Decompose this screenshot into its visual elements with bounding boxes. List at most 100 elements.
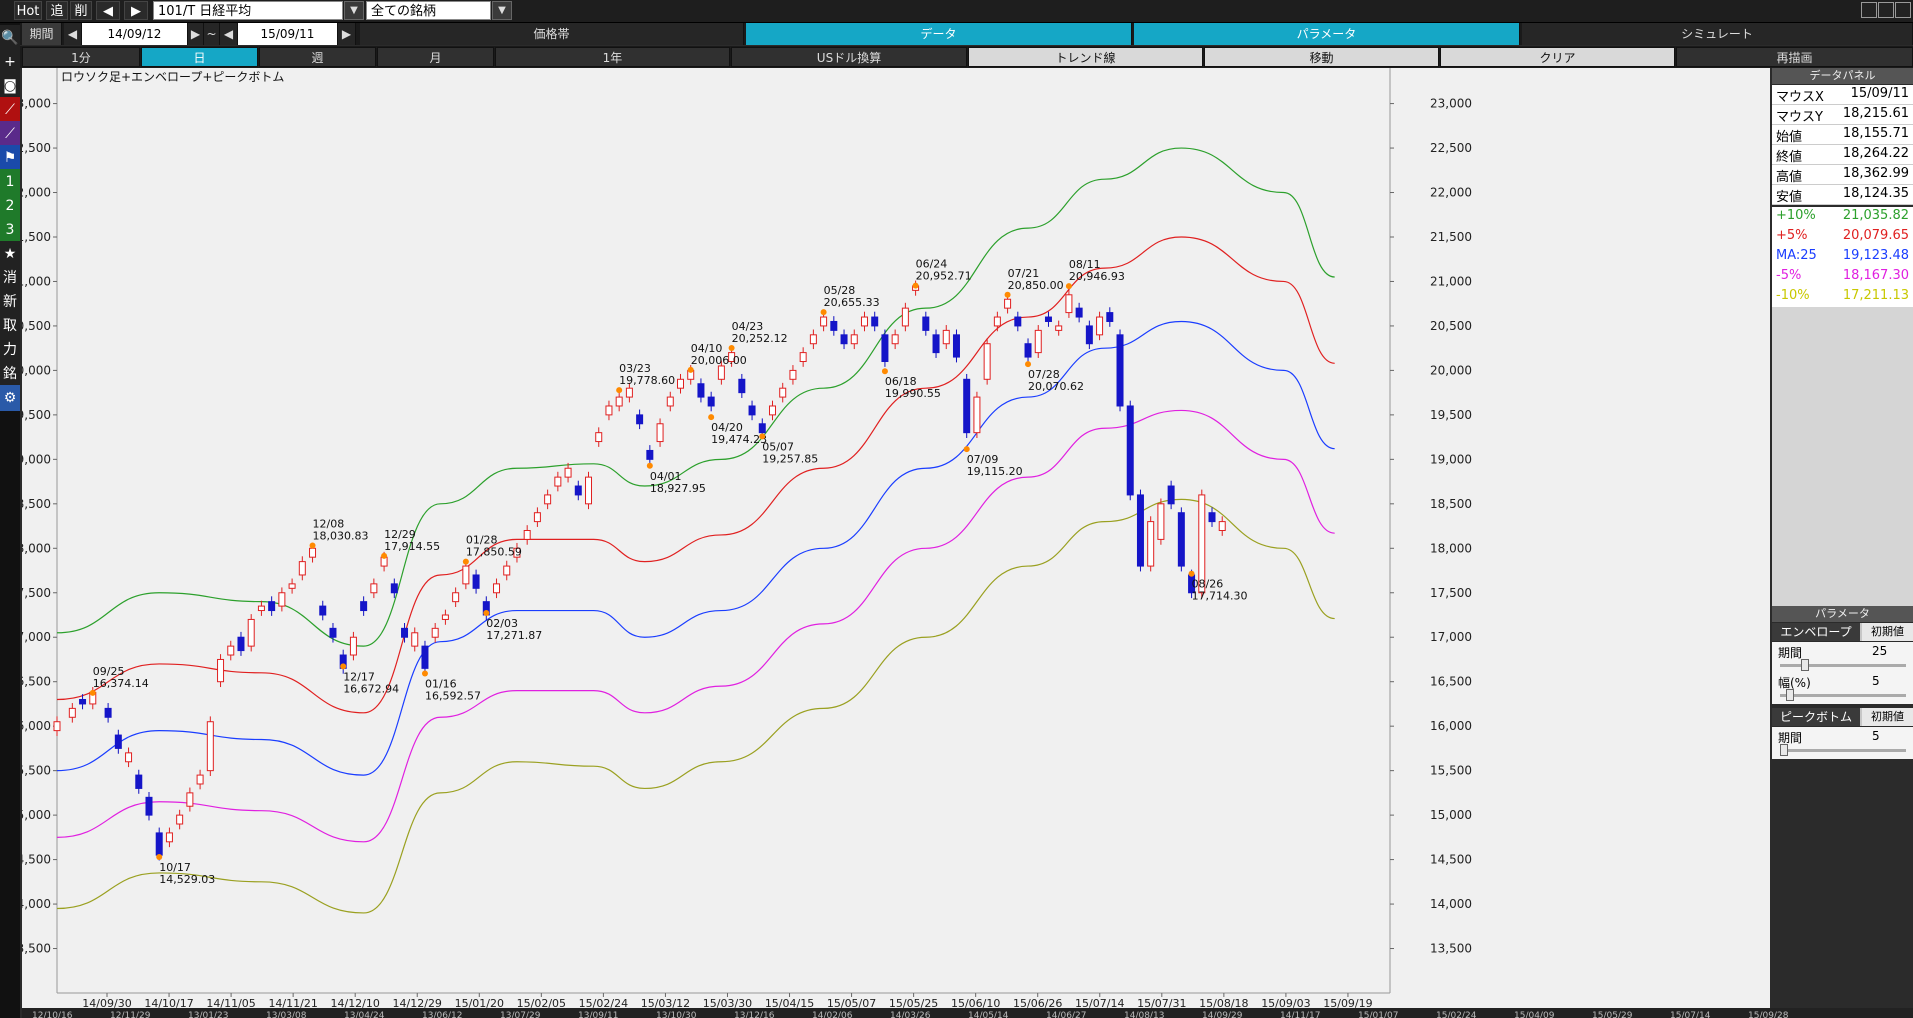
candle-body[interactable]: [165, 832, 173, 843]
candle-body[interactable]: [79, 698, 87, 705]
symbol-input[interactable]: 101/T 日経平均: [153, 1, 343, 20]
candle-body[interactable]: [554, 476, 562, 487]
candle-body[interactable]: [932, 334, 940, 354]
minimize-icon[interactable]: [1861, 2, 1877, 18]
candle-body[interactable]: [748, 405, 756, 416]
redraw-button[interactable]: 再描画: [1676, 47, 1913, 67]
envelope-period-value[interactable]: 25: [1872, 644, 1887, 658]
candle-body[interactable]: [104, 707, 112, 718]
candle-body[interactable]: [196, 774, 204, 785]
date-to-next-icon[interactable]: ▶: [338, 23, 356, 45]
flag-icon[interactable]: ⚑: [0, 145, 20, 171]
candle-body[interactable]: [666, 396, 674, 407]
peak-period-slider[interactable]: [1780, 749, 1906, 752]
candle-body[interactable]: [1004, 298, 1012, 309]
candle-body[interactable]: [625, 387, 633, 398]
number-3-icon[interactable]: 3: [0, 217, 20, 243]
number-2-icon[interactable]: 2: [0, 193, 20, 219]
candle-body[interactable]: [738, 378, 746, 394]
candle-body[interactable]: [697, 383, 705, 398]
indicator-icon[interactable]: ⟋: [0, 121, 20, 147]
date-from-next-icon[interactable]: ▶: [188, 23, 204, 45]
candlestick-chart[interactable]: 13,500 13,500 14,000 14,000 14,500 14,500 15,0…: [9, 68, 1770, 1010]
candle-body[interactable]: [1147, 521, 1155, 567]
candle-body[interactable]: [707, 396, 715, 407]
fetch-icon[interactable]: 取: [0, 313, 20, 339]
candle-body[interactable]: [401, 627, 409, 638]
candle-body[interactable]: [1167, 485, 1175, 505]
tab-parameter[interactable]: パラメータ: [1134, 23, 1520, 45]
candle-body[interactable]: [390, 583, 398, 594]
candle-body[interactable]: [1034, 329, 1042, 354]
candle-body[interactable]: [830, 320, 838, 331]
candle-body[interactable]: [288, 583, 296, 589]
candle-body[interactable]: [145, 796, 153, 816]
candle-body[interactable]: [360, 601, 368, 612]
overview-timeline[interactable]: 12/10/16 12/11/29 13/01/23 13/03/08 13/04/24…: [22, 1008, 1913, 1018]
clear-button[interactable]: クリア: [1440, 47, 1675, 67]
candle-body[interactable]: [768, 405, 776, 416]
candle-body[interactable]: [952, 334, 960, 358]
close-icon[interactable]: [1895, 2, 1911, 18]
candle-body[interactable]: [585, 476, 593, 505]
candle-body[interactable]: [891, 334, 899, 345]
date-to-input[interactable]: 15/09/11: [238, 23, 338, 45]
candle-body[interactable]: [227, 645, 235, 656]
envelope-width-value[interactable]: 5: [1872, 674, 1880, 688]
envelope-width-slider-thumb[interactable]: [1785, 689, 1794, 701]
candle-body[interactable]: [298, 561, 306, 576]
peak-reset-button[interactable]: 初期値: [1862, 708, 1913, 726]
candle-body[interactable]: [758, 423, 766, 434]
power-icon[interactable]: 力: [0, 337, 20, 363]
period-day[interactable]: 日: [141, 47, 258, 67]
tab-simulate[interactable]: シミュレート: [1522, 23, 1913, 45]
candle-body[interactable]: [779, 387, 787, 398]
candle-body[interactable]: [411, 632, 419, 647]
candle-body[interactable]: [871, 316, 879, 327]
candle-body[interactable]: [176, 814, 184, 825]
delete-button[interactable]: 削: [70, 1, 92, 20]
candle-body[interactable]: [1218, 521, 1226, 532]
candle-body[interactable]: [503, 565, 511, 576]
candle-body[interactable]: [1024, 343, 1032, 358]
candle-body[interactable]: [860, 316, 868, 327]
candle-body[interactable]: [309, 547, 317, 558]
candle-body[interactable]: [677, 378, 685, 389]
tab-data[interactable]: データ: [746, 23, 1132, 45]
crosshair-icon[interactable]: +: [0, 49, 20, 75]
candle-body[interactable]: [840, 334, 848, 345]
candle-body[interactable]: [1044, 316, 1052, 322]
candle-body[interactable]: [1177, 512, 1185, 567]
candle-body[interactable]: [983, 343, 991, 380]
candle-body[interactable]: [114, 734, 122, 749]
candle-body[interactable]: [349, 636, 357, 656]
gear-icon[interactable]: ⚙: [0, 385, 20, 411]
candle-body[interactable]: [1055, 325, 1063, 331]
hot-button[interactable]: Hot: [14, 1, 42, 20]
line-chart-icon[interactable]: ⟋: [0, 97, 20, 123]
new-icon[interactable]: 新: [0, 289, 20, 315]
candle-body[interactable]: [544, 494, 552, 505]
candle-body[interactable]: [155, 832, 163, 856]
candle-body[interactable]: [809, 334, 817, 345]
next-arrow-icon[interactable]: ▶: [124, 1, 148, 20]
symbol-dropdown-icon[interactable]: ▼: [344, 1, 364, 20]
candle-body[interactable]: [789, 369, 797, 380]
candle-body[interactable]: [1085, 325, 1093, 345]
candle-body[interactable]: [462, 565, 470, 585]
candle-body[interactable]: [441, 614, 449, 620]
date-from-prev-icon[interactable]: ◀: [64, 23, 82, 45]
peak-period-slider-thumb[interactable]: [1780, 744, 1788, 756]
search-icon[interactable]: 🔍: [0, 25, 20, 51]
candle-body[interactable]: [942, 329, 950, 345]
camera-icon[interactable]: ◙: [0, 73, 20, 99]
market-select[interactable]: 全ての銘柄: [366, 1, 491, 20]
candle-body[interactable]: [68, 707, 76, 718]
star-icon[interactable]: ★: [0, 241, 20, 267]
candle-body[interactable]: [922, 316, 930, 331]
market-dropdown-icon[interactable]: ▼: [492, 1, 512, 20]
candle-body[interactable]: [329, 627, 337, 638]
candle-body[interactable]: [881, 334, 889, 363]
chart-area[interactable]: 13,500 13,500 14,000 14,000 14,500 14,500 15,0…: [9, 68, 1770, 1010]
period-1min[interactable]: 1分: [22, 47, 140, 67]
